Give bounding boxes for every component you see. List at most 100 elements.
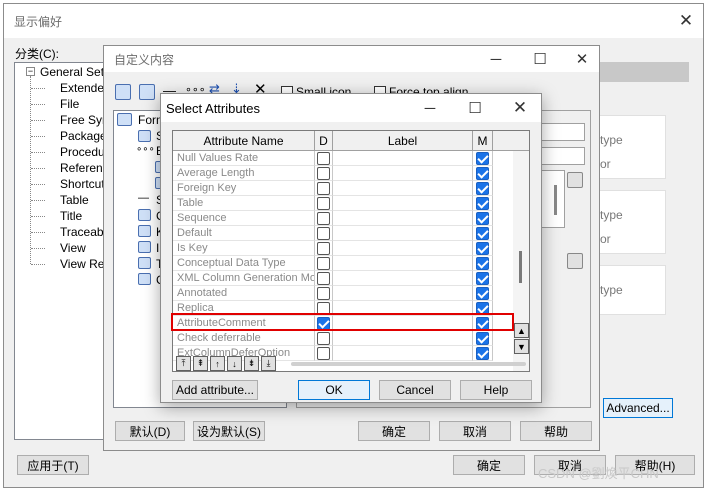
outer-ok-button[interactable]: 确定	[453, 455, 525, 475]
tree-item-procedure[interactable]: Procedu	[60, 145, 105, 159]
m-checkbox[interactable]	[476, 272, 489, 285]
label-cell[interactable]	[333, 286, 473, 301]
m-checkbox[interactable]	[476, 152, 489, 165]
tree-item-view-ref[interactable]: View Ref	[60, 257, 108, 271]
table-row[interactable]: Is Key	[173, 241, 513, 256]
property-field-1[interactable]	[540, 123, 585, 141]
tree-item-general[interactable]: General Setti	[40, 65, 110, 79]
m-checkbox[interactable]	[476, 287, 489, 300]
d-checkbox[interactable]	[317, 257, 330, 270]
toolbar-icon-2[interactable]	[139, 84, 155, 100]
move-page-up-icon[interactable]: ⇞	[193, 356, 208, 371]
label-cell[interactable]	[333, 241, 473, 256]
middle-cancel-button[interactable]: 取消	[439, 421, 511, 441]
tree-item-table[interactable]: Table	[60, 193, 89, 207]
d-checkbox[interactable]	[317, 197, 330, 210]
m-checkbox[interactable]	[476, 197, 489, 210]
collapse-icon[interactable]: −	[26, 67, 35, 76]
move-top-icon[interactable]: ▲	[514, 323, 529, 338]
d-checkbox[interactable]	[317, 332, 330, 345]
m-checkbox[interactable]	[476, 167, 489, 180]
table-row[interactable]: Null Values Rate	[173, 151, 513, 166]
table-row[interactable]: Default	[173, 226, 513, 241]
col-m[interactable]: M	[473, 131, 493, 151]
tree-item-traceability[interactable]: Traceabi	[60, 225, 106, 239]
move-page-down-icon[interactable]: ⇟	[244, 356, 259, 371]
toolbar-icon-1[interactable]	[115, 84, 131, 100]
label-cell[interactable]	[333, 211, 473, 226]
m-checkbox[interactable]	[476, 332, 489, 345]
move-last-icon[interactable]: ⤓	[261, 356, 276, 371]
table-row[interactable]: Foreign Key	[173, 181, 513, 196]
table-row[interactable]: Annotated	[173, 286, 513, 301]
property-list[interactable]	[540, 170, 565, 228]
col-attribute-name[interactable]: Attribute Name	[173, 131, 315, 151]
horizontal-scrollbar[interactable]	[291, 362, 526, 366]
table-row[interactable]: Table	[173, 196, 513, 211]
minimize-icon[interactable]: ─	[416, 97, 444, 119]
label-cell[interactable]	[333, 256, 473, 271]
middle-ok-button[interactable]: 确定	[358, 421, 430, 441]
col-d[interactable]: D	[315, 131, 333, 151]
dialog-ok-button[interactable]: OK	[298, 380, 370, 400]
label-cell[interactable]	[333, 181, 473, 196]
maximize-icon[interactable]: ☐	[526, 48, 554, 70]
label-cell[interactable]	[333, 271, 473, 286]
pick-icon[interactable]	[567, 172, 583, 188]
d-checkbox[interactable]	[317, 272, 330, 285]
m-checkbox[interactable]	[476, 347, 489, 360]
m-checkbox[interactable]	[476, 212, 489, 225]
label-cell[interactable]	[333, 346, 473, 361]
label-cell[interactable]	[333, 226, 473, 241]
tree-item-package[interactable]: Package	[60, 129, 107, 143]
d-checkbox[interactable]	[317, 227, 330, 240]
set-default-button[interactable]: 设为默认(S)	[193, 421, 265, 441]
close-icon[interactable]: ✕	[568, 48, 596, 70]
d-checkbox[interactable]	[317, 287, 330, 300]
close-icon[interactable]: ✕	[672, 10, 700, 32]
col-label[interactable]: Label	[333, 131, 473, 151]
apply-to-button[interactable]: 应用于(T)	[17, 455, 89, 475]
m-checkbox[interactable]	[476, 257, 489, 270]
move-first-icon[interactable]: ⤒	[176, 356, 191, 371]
table-row[interactable]: Check deferrable	[173, 331, 513, 346]
grid-scroll-thumb[interactable]	[519, 251, 522, 283]
list-scrollbar[interactable]	[554, 185, 557, 215]
d-checkbox[interactable]	[317, 182, 330, 195]
d-checkbox[interactable]	[317, 242, 330, 255]
d-checkbox[interactable]	[317, 167, 330, 180]
d-checkbox[interactable]	[317, 152, 330, 165]
table-row[interactable]: Average Length	[173, 166, 513, 181]
tree-item-shortcut[interactable]: Shortcut	[60, 177, 105, 191]
d-checkbox[interactable]	[317, 212, 330, 225]
label-cell[interactable]	[333, 151, 473, 166]
move-up-icon[interactable]: ↑	[210, 356, 225, 371]
maximize-icon[interactable]: ☐	[461, 97, 489, 119]
m-checkbox[interactable]	[476, 227, 489, 240]
middle-help-button[interactable]: 帮助	[520, 421, 592, 441]
label-cell[interactable]	[333, 331, 473, 346]
label-cell[interactable]	[333, 196, 473, 211]
dialog-help-button[interactable]: Help	[460, 380, 532, 400]
minimize-icon[interactable]: ─	[482, 48, 510, 70]
label-cell[interactable]	[333, 166, 473, 181]
tree-item-title[interactable]: Title	[60, 209, 82, 223]
m-checkbox[interactable]	[476, 242, 489, 255]
table-row[interactable]: Conceptual Data Type	[173, 256, 513, 271]
move-down-icon[interactable]: ↓	[227, 356, 242, 371]
table-row[interactable]: Sequence	[173, 211, 513, 226]
dialog-cancel-button[interactable]: Cancel	[379, 380, 451, 400]
close-icon[interactable]: ✕	[506, 97, 534, 119]
tree-item-reference[interactable]: Referenc	[60, 161, 109, 175]
m-checkbox[interactable]	[476, 182, 489, 195]
tree-item-file[interactable]: File	[60, 97, 79, 111]
pick-icon[interactable]	[567, 253, 583, 269]
default-button[interactable]: 默认(D)	[115, 421, 185, 441]
table-row[interactable]: XML Column Generation Mo	[173, 271, 513, 286]
advanced-button[interactable]: Advanced...	[603, 398, 673, 418]
property-field-2[interactable]	[540, 147, 585, 165]
d-checkbox[interactable]	[317, 347, 330, 360]
add-attribute-button[interactable]: Add attribute...	[172, 380, 258, 400]
move-bottom-icon[interactable]: ▼	[514, 339, 529, 354]
tree-item-view[interactable]: View	[60, 241, 86, 255]
